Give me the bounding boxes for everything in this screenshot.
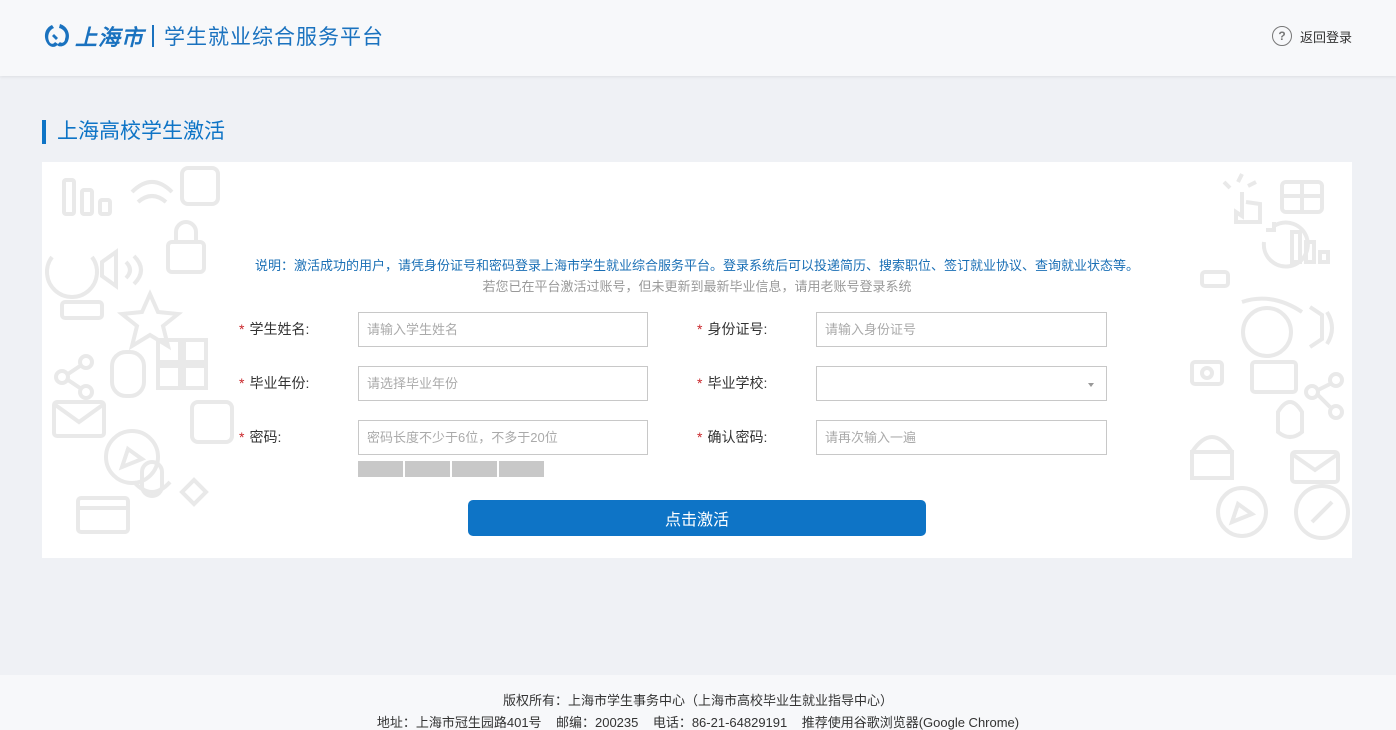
confirm-password-label: * 确认密码: <box>697 429 768 445</box>
top-header: 上海市 学生就业综合服务平台 ? 返回登录 <box>0 0 1396 76</box>
contact-info-text: 地址：上海市冠生园路401号 邮编：200235 电话：86-21-648291… <box>376 715 1020 730</box>
required-mark: * <box>697 321 703 337</box>
back-to-login-link[interactable]: ? 返回登录 <box>1271 26 1352 46</box>
school-label: * 毕业学校: <box>697 375 768 391</box>
required-mark: * <box>239 375 245 391</box>
id-number-input[interactable] <box>816 312 1107 347</box>
activation-notice: 说明：激活成功的用户，请凭身份证号和密码登录上海市学生就业综合服务平台。登录系统… <box>254 258 1139 273</box>
strength-segment <box>405 461 450 477</box>
password-input[interactable] <box>358 420 648 455</box>
help-circle-icon: ? <box>1271 26 1292 46</box>
existing-account-hint: 若您已在平台激活过账号，但未更新到最新毕业信息，请用老账号登录系统 <box>482 279 912 294</box>
page-footer: 版权所有：上海市学生事务中心（上海市高校毕业生就业指导中心） 地址：上海市冠生园… <box>0 675 1396 730</box>
back-to-login-label: 返回登录 <box>1299 29 1352 45</box>
password-strength-meter <box>358 461 546 477</box>
required-mark: * <box>239 429 245 445</box>
decorative-pattern <box>45 166 1350 540</box>
grad-year-label: * 毕业年份: <box>239 375 310 391</box>
activate-button[interactable]: 点击激活 <box>468 500 926 536</box>
logo-divider <box>152 25 155 47</box>
id-number-label: * 身份证号: <box>697 321 768 337</box>
student-name-label: * 学生姓名: <box>239 321 310 337</box>
strength-segment <box>358 461 403 477</box>
required-mark: * <box>239 321 245 337</box>
student-name-input[interactable] <box>358 312 648 347</box>
platform-logo[interactable]: 上海市 学生就业综合服务平台 <box>42 20 384 52</box>
required-mark: * <box>697 429 703 445</box>
strength-segment <box>499 461 544 477</box>
chevron-down-icon <box>1088 383 1094 387</box>
activation-card: 说明：激活成功的用户，请凭身份证号和密码登录上海市学生就业综合服务平台。登录系统… <box>42 162 1352 558</box>
school-select[interactable] <box>816 366 1107 401</box>
required-mark: * <box>697 375 703 391</box>
page-title: 上海高校学生激活 <box>42 120 225 144</box>
password-label: * 密码: <box>239 429 282 445</box>
confirm-password-input[interactable] <box>816 420 1107 455</box>
copyright-text: 版权所有：上海市学生事务中心（上海市高校毕业生就业指导中心） <box>502 693 893 708</box>
strength-segment <box>452 461 497 477</box>
logo-city-text: 上海市 <box>75 25 145 51</box>
shanghai-logo-icon <box>44 24 70 47</box>
platform-name: 学生就业综合服务平台 <box>164 26 385 49</box>
grad-year-input[interactable] <box>358 366 648 401</box>
